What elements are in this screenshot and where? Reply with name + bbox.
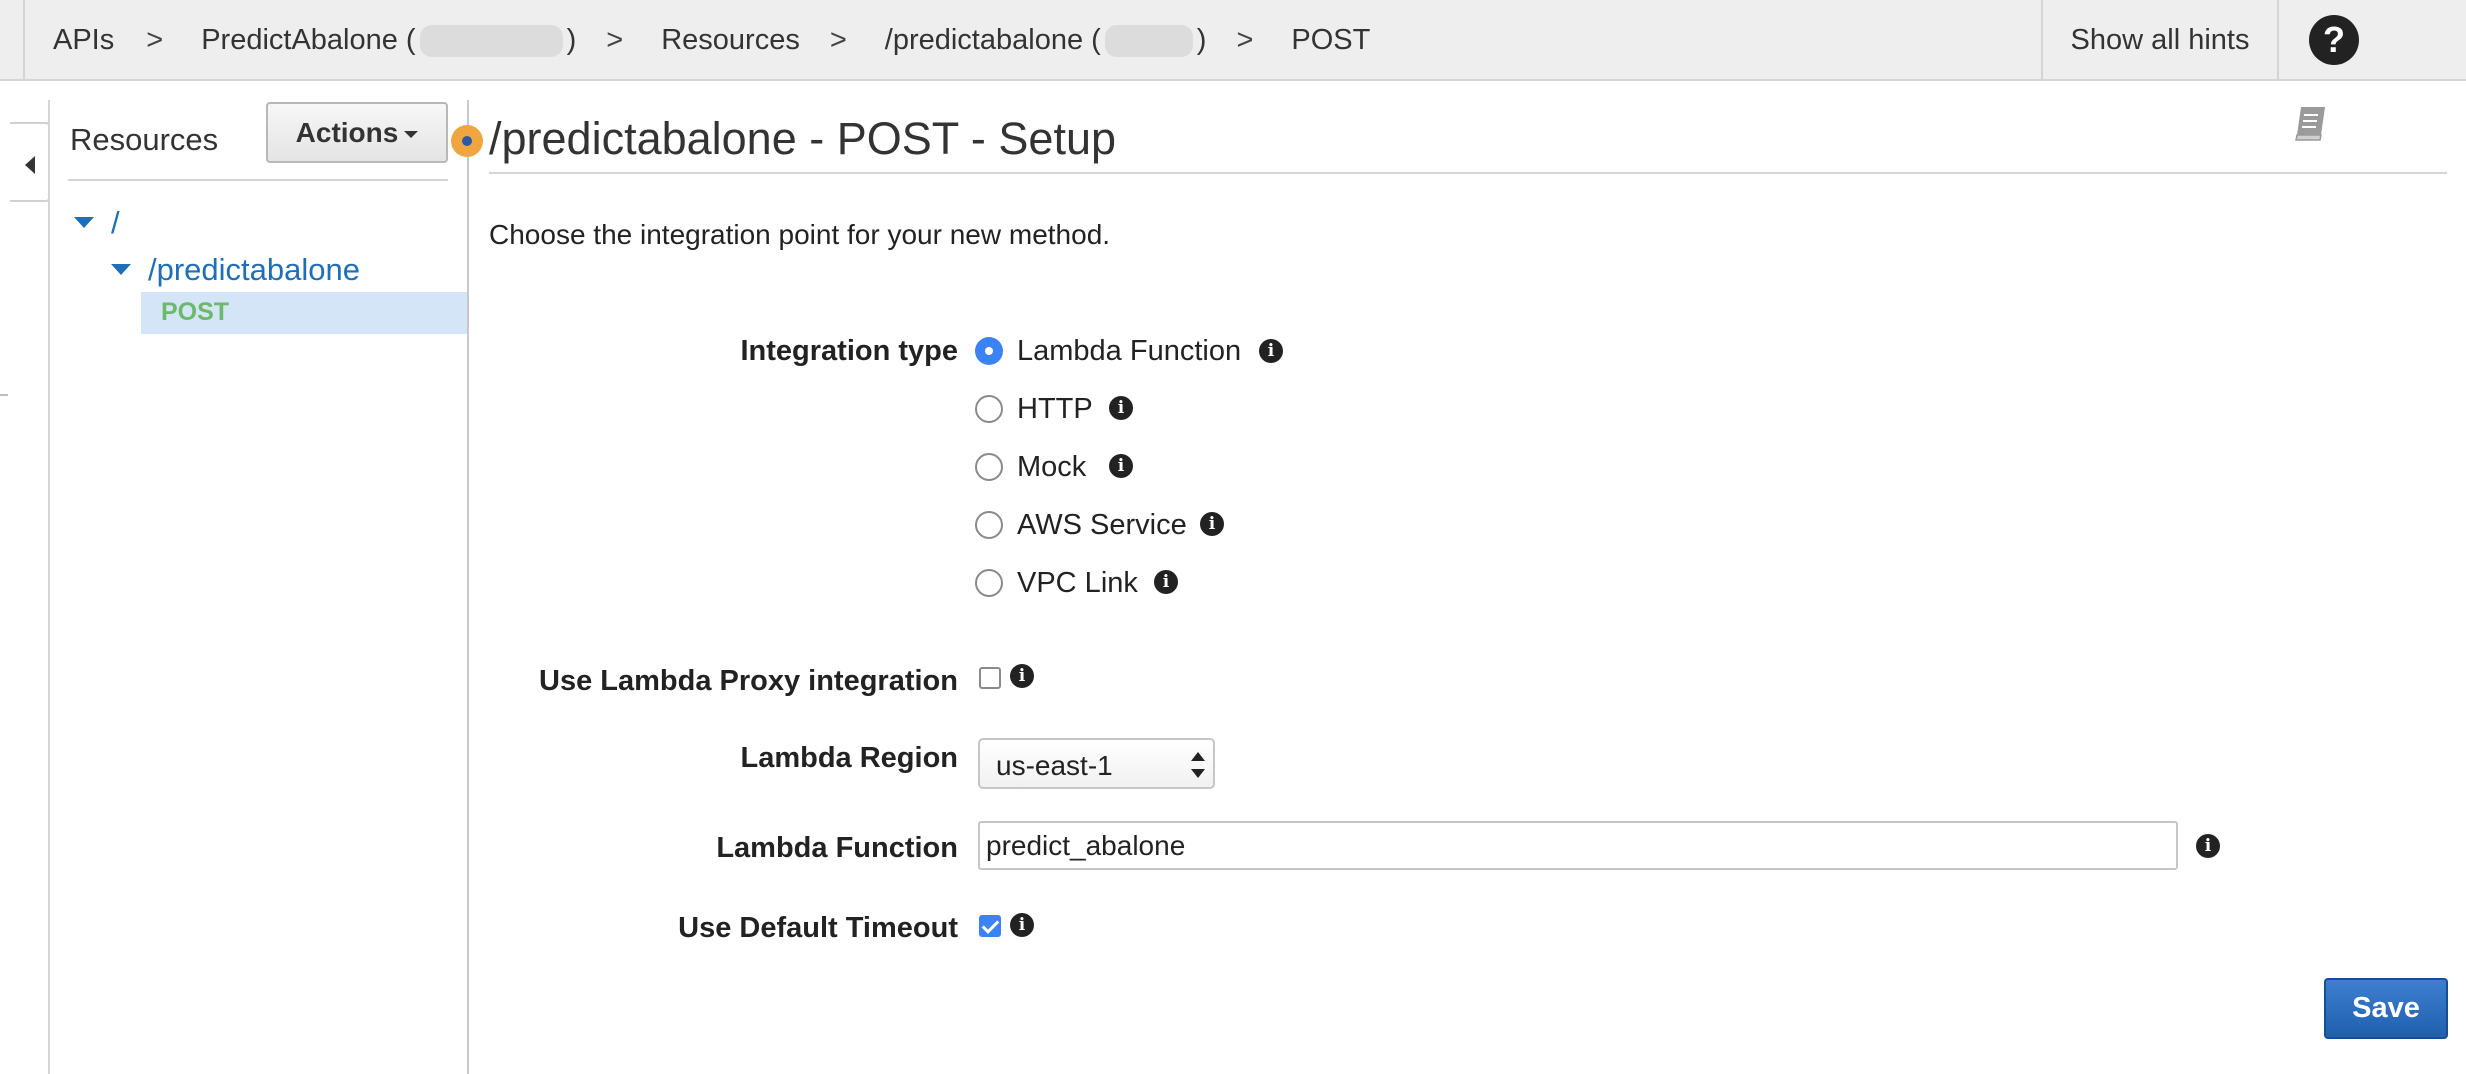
help-icon[interactable]: ? <box>2309 15 2359 65</box>
actions-button[interactable]: Actions <box>266 102 448 163</box>
rail-divider <box>48 100 50 1074</box>
option-label-vpc-link[interactable]: VPC Link <box>1017 567 1138 600</box>
breadcrumb-separator: > <box>146 24 164 56</box>
redacted-api-id <box>419 25 563 58</box>
tree-item-root[interactable]: / <box>111 205 120 241</box>
breadcrumb-resource-text: /predictabalone ( <box>884 23 1101 56</box>
page-title: /predictabalone - POST - Setup <box>489 113 1117 164</box>
lambda-region-select[interactable]: us-east-1 <box>978 738 1215 789</box>
info-icon[interactable]: i <box>1109 454 1133 478</box>
breadcrumb-api-name-close: ) <box>566 23 577 56</box>
info-icon[interactable]: i <box>1109 396 1133 420</box>
title-divider <box>489 172 2447 174</box>
info-icon[interactable]: i <box>1200 512 1224 536</box>
radio-http[interactable] <box>975 395 1003 423</box>
breadcrumb-resource[interactable]: /predictabalone () <box>884 23 1207 58</box>
radio-vpc-link[interactable] <box>975 569 1003 597</box>
tree-caret-icon[interactable] <box>74 217 94 228</box>
default-timeout-label: Use Default Timeout <box>678 912 958 944</box>
info-icon[interactable]: i <box>1259 339 1283 363</box>
redacted-resource-id <box>1104 25 1193 58</box>
breadcrumb-separator: > <box>1236 24 1254 56</box>
book-icon[interactable] <box>2291 103 2331 143</box>
sidebar-divider <box>467 100 469 1074</box>
intro-text: Choose the integration point for your ne… <box>489 219 1111 250</box>
breadcrumb: APIs > PredictAbalone () > Resources > /… <box>53 0 1370 81</box>
tree-caret-icon[interactable] <box>111 264 131 275</box>
option-label-lambda-function[interactable]: Lambda Function <box>1017 335 1241 368</box>
breadcrumb-separator: > <box>606 24 624 56</box>
breadcrumb-separator: > <box>829 24 847 56</box>
default-timeout-checkbox[interactable] <box>979 915 1001 937</box>
info-icon[interactable]: i <box>1154 570 1178 594</box>
info-icon[interactable]: i <box>1010 913 1034 937</box>
breadcrumb-resource-close: ) <box>1196 23 1207 56</box>
option-label-mock[interactable]: Mock <box>1017 451 1086 484</box>
lambda-function-input[interactable] <box>978 821 2178 870</box>
lambda-proxy-label: Use Lambda Proxy integration <box>539 665 958 697</box>
breadcrumb-method: POST <box>1291 24 1371 56</box>
save-button[interactable]: Save <box>2324 978 2448 1039</box>
option-label-aws-service[interactable]: AWS Service <box>1017 509 1187 542</box>
breadcrumb-resources[interactable]: Resources <box>661 24 800 57</box>
lambda-proxy-checkbox[interactable] <box>979 667 1001 689</box>
hint-dot-icon[interactable] <box>451 125 483 157</box>
show-hints-button[interactable]: Show all hints <box>2041 0 2279 81</box>
lambda-region-value: us-east-1 <box>996 750 1113 781</box>
radio-aws-service[interactable] <box>975 511 1003 539</box>
radio-lambda-function[interactable] <box>975 337 1003 365</box>
tree-item-post-label: POST <box>161 298 230 326</box>
top-bar: APIs > PredictAbalone () > Resources > /… <box>0 0 2466 81</box>
tree-item-predictabalone[interactable]: /predictabalone <box>148 252 360 288</box>
show-hints-label: Show all hints <box>2070 24 2250 56</box>
top-bar-edge <box>23 0 25 81</box>
radio-mock[interactable] <box>975 453 1003 481</box>
rail-marker <box>0 394 8 396</box>
breadcrumb-api-name-text: PredictAbalone ( <box>201 23 416 56</box>
info-icon[interactable]: i <box>1010 664 1034 688</box>
breadcrumb-api-name[interactable]: PredictAbalone () <box>201 23 577 58</box>
sidebar-divider-horizontal <box>68 179 448 181</box>
actions-label: Actions <box>295 117 399 148</box>
info-icon[interactable]: i <box>2196 834 2220 858</box>
collapse-panel-icon[interactable] <box>10 122 50 202</box>
integration-type-label: Integration type <box>740 335 958 367</box>
sidebar-title: Resources <box>70 122 219 157</box>
option-label-http[interactable]: HTTP <box>1017 393 1093 426</box>
lambda-region-label: Lambda Region <box>740 742 958 774</box>
chevron-down-icon <box>404 131 419 139</box>
breadcrumb-apis[interactable]: APIs <box>53 24 114 57</box>
select-arrows-icon <box>1191 752 1205 778</box>
lambda-function-label: Lambda Function <box>716 832 958 864</box>
